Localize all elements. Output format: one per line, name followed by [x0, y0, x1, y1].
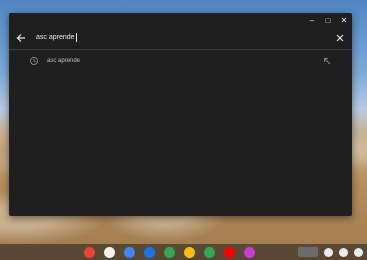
history-icon [30, 57, 38, 65]
launcher-window: – □ ✕ asc aprende asc aprende [9, 13, 352, 216]
search-bar: asc aprende [9, 29, 352, 50]
calendar-app-icon[interactable] [124, 247, 135, 258]
close-button[interactable]: ✕ [340, 15, 348, 27]
screen-capture-thumbnail[interactable] [298, 247, 318, 257]
search-input[interactable]: asc aprende [36, 32, 77, 44]
status-tray[interactable] [298, 247, 363, 257]
account-icon[interactable] [354, 247, 363, 257]
minimize-button[interactable]: – [308, 15, 316, 27]
fill-query-arrow-icon[interactable] [322, 56, 332, 66]
youtube-app-icon[interactable] [224, 247, 235, 258]
gmail-app-icon[interactable] [104, 247, 115, 258]
app-app-icon[interactable] [244, 247, 255, 258]
play-store-app-icon[interactable] [204, 247, 215, 258]
clear-icon[interactable] [334, 32, 346, 44]
photos-app-icon[interactable] [184, 247, 195, 258]
shelf [0, 244, 367, 260]
settings-icon[interactable] [324, 247, 333, 257]
shelf-apps [84, 247, 255, 258]
search-query: asc aprende [36, 34, 75, 41]
maximize-button[interactable]: □ [324, 15, 332, 27]
window-controls: – □ ✕ [308, 15, 348, 27]
back-arrow-icon[interactable] [15, 32, 27, 44]
chat-app-icon[interactable] [164, 247, 175, 258]
chrome-app-icon[interactable] [84, 247, 95, 258]
suggestion-item[interactable]: asc aprende [9, 55, 352, 69]
suggestion-text: asc aprende [47, 58, 81, 64]
text-caret [75, 32, 77, 42]
files-app-icon[interactable] [144, 247, 155, 258]
download-icon[interactable] [339, 247, 348, 257]
